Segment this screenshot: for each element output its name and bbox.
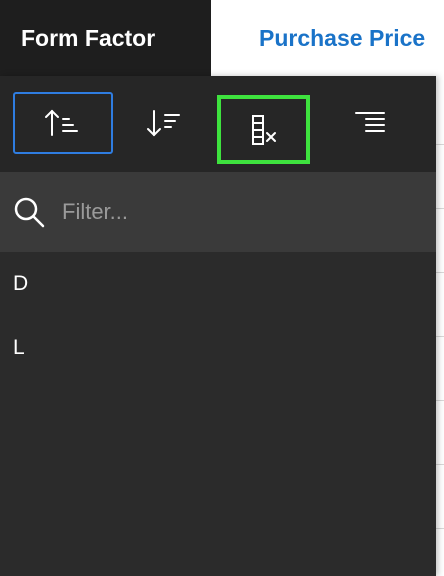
column-header-form-factor[interactable]: Form Factor [0, 0, 211, 76]
clear-column-button[interactable] [217, 95, 310, 164]
filter-bar [0, 172, 436, 252]
sort-descending-button[interactable] [115, 92, 215, 154]
column-menu-popup: D L [0, 76, 436, 576]
list-item-label: D [13, 272, 29, 295]
align-right-button[interactable] [320, 92, 420, 154]
filter-value-list: D L [0, 252, 436, 380]
column-header-purchase-price[interactable]: Purchase Price [211, 0, 444, 76]
list-item[interactable]: D [0, 252, 436, 316]
search-icon [14, 197, 45, 228]
column-header-label: Purchase Price [259, 24, 426, 51]
sort-descending-icon [147, 110, 180, 137]
sort-ascending-icon [45, 109, 78, 136]
align-right-icon [355, 112, 385, 132]
sort-ascending-button[interactable] [13, 92, 113, 154]
column-header-label: Form Factor [21, 24, 156, 51]
list-item[interactable]: L [0, 316, 436, 380]
column-menu-toolbar [0, 76, 436, 172]
list-item-label: L [13, 336, 25, 359]
clear-column-filter-icon [251, 114, 276, 145]
filter-input[interactable] [60, 198, 404, 226]
